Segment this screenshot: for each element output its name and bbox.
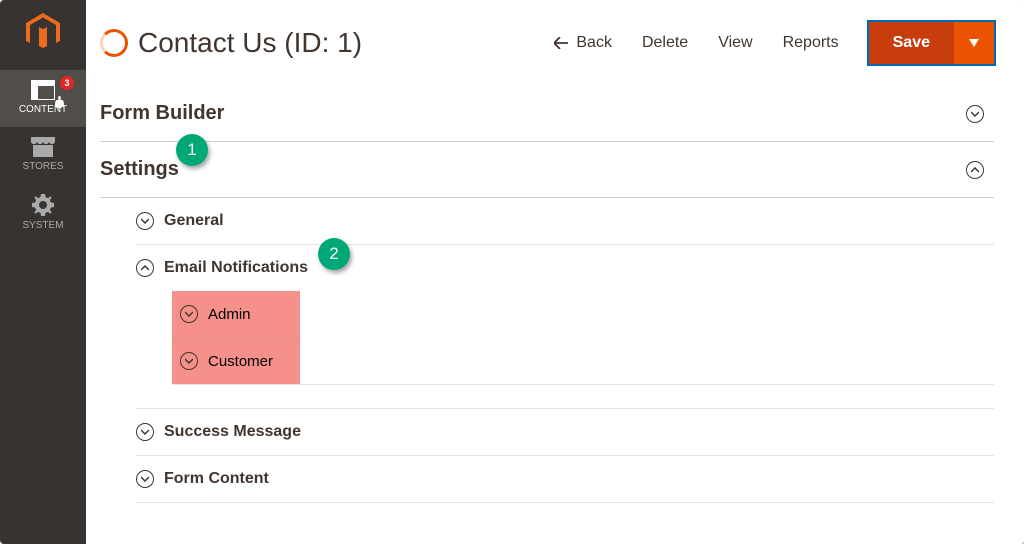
subsection-label: Email Notifications — [164, 259, 308, 277]
item-admin[interactable]: Admin — [172, 291, 300, 338]
notification-badge: 3 — [60, 76, 74, 90]
view-button[interactable]: View — [718, 34, 752, 52]
page-header: Contact Us (ID: 1) Back Delete View Repo… — [86, 0, 1024, 86]
admin-sidebar: CONTENT 3 STORES SYSTEM — [0, 0, 86, 544]
back-button[interactable]: Back — [554, 34, 612, 52]
chevron-up-icon — [966, 161, 984, 179]
subsection-general[interactable]: General — [136, 198, 994, 245]
save-button[interactable]: Save — [869, 22, 954, 64]
nav-system[interactable]: SYSTEM — [0, 184, 86, 243]
delete-button[interactable]: Delete — [642, 34, 688, 52]
chevron-down-icon — [180, 352, 198, 370]
section-title: Form Builder — [100, 102, 224, 125]
nav-content[interactable]: CONTENT 3 — [0, 70, 86, 127]
subsection-label: Form Content — [164, 470, 269, 488]
section-settings[interactable]: Settings — [100, 142, 994, 198]
spinner-icon — [100, 29, 128, 57]
annotation-bubble-1: 1 — [176, 134, 208, 166]
section-title: Settings — [100, 158, 179, 181]
section-form-builder[interactable]: Form Builder — [100, 86, 994, 142]
subsection-label: Success Message — [164, 423, 301, 441]
subsection-success-message[interactable]: Success Message — [136, 409, 994, 456]
subsection-label: General — [164, 212, 224, 230]
reports-button[interactable]: Reports — [783, 34, 839, 52]
subsection-email-notifications[interactable]: Email Notifications — [136, 245, 994, 291]
save-dropdown-button[interactable] — [954, 22, 994, 64]
caret-down-icon — [969, 39, 979, 47]
arrow-left-icon — [554, 37, 568, 49]
subsection-form-content[interactable]: Form Content — [136, 456, 994, 503]
magento-logo[interactable] — [23, 12, 63, 52]
nav-label: SYSTEM — [22, 220, 63, 231]
chevron-down-icon — [136, 423, 154, 441]
item-label: Admin — [208, 306, 251, 323]
item-customer[interactable]: Customer — [172, 338, 300, 384]
annotation-bubble-2: 2 — [318, 238, 350, 270]
chevron-down-icon — [136, 212, 154, 230]
chevron-up-icon — [136, 259, 154, 277]
chevron-down-icon — [136, 470, 154, 488]
page-title: Contact Us (ID: 1) — [138, 27, 554, 59]
chevron-down-icon — [966, 105, 984, 123]
nav-label: STORES — [23, 161, 64, 172]
chevron-down-icon — [180, 305, 198, 323]
highlighted-group: Admin Customer — [172, 291, 300, 384]
item-label: Customer — [208, 353, 273, 370]
nav-stores[interactable]: STORES — [0, 127, 86, 184]
